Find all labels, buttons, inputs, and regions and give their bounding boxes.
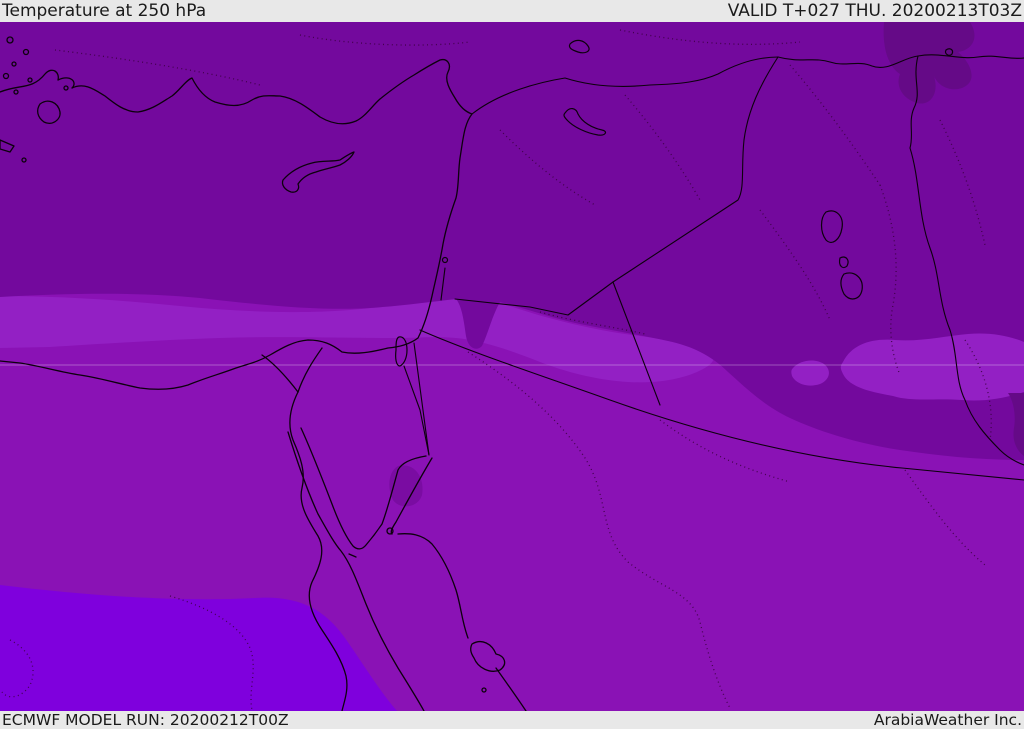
map-title: Temperature at 250 hPa [2,1,207,21]
temp-region-light-east-ribbon [840,333,1024,401]
weather-map-screenshot: Temperature at 250 hPa VALID T+027 THU. … [0,0,1024,729]
model-run-label: ECMWF MODEL RUN: 20200212T00Z [2,711,289,729]
header-bar: Temperature at 250 hPa VALID T+027 THU. … [0,0,1024,22]
footer-bar: ECMWF MODEL RUN: 20200212T00Z ArabiaWeat… [0,711,1024,729]
brand-label: ArabiaWeather Inc. [873,711,1022,729]
valid-time-label: VALID T+027 THU. 20200213T03Z [727,1,1022,21]
map-canvas [0,22,1024,711]
